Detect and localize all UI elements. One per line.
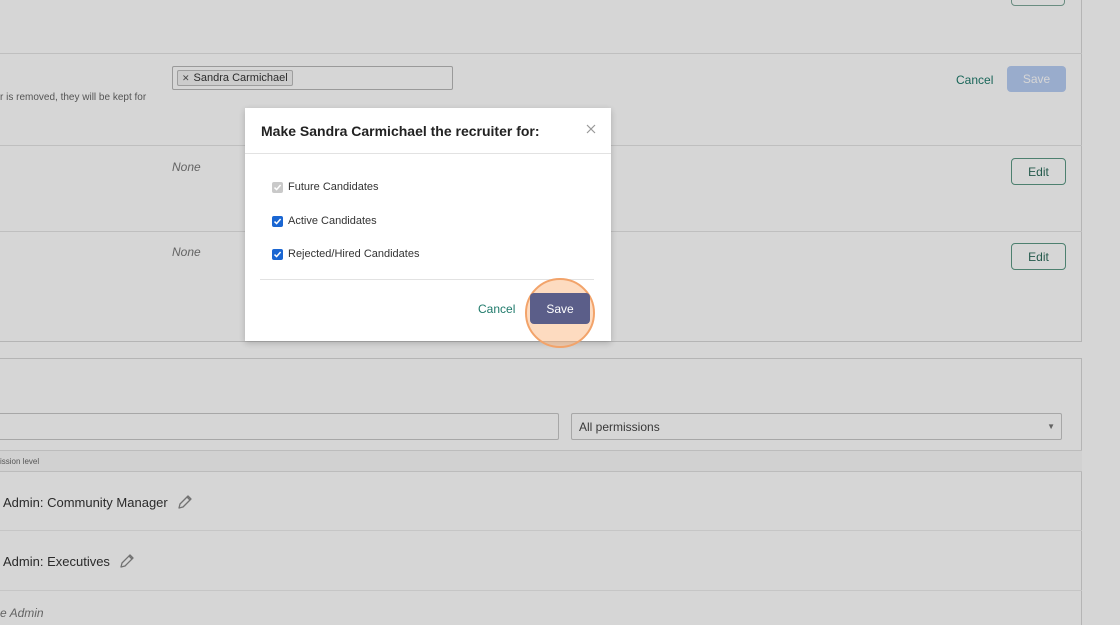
close-icon[interactable] [584,122,598,136]
future-candidates-checkbox [272,181,283,193]
rejected-hired-candidates-checkbox[interactable] [272,248,283,260]
dialog-footer-divider [260,279,594,280]
checkmark-icon [273,218,282,225]
option-label: Future Candidates [288,181,379,193]
future-candidates-option[interactable]: Future Candidates [272,181,379,193]
active-candidates-checkbox[interactable] [272,215,283,227]
dialog-divider [245,153,611,154]
option-label: Active Candidates [288,215,377,227]
recruiter-scope-dialog: Make Sandra Carmichael the recruiter for… [245,108,611,348]
dialog-save-button[interactable]: Save [530,293,590,324]
rejected-hired-candidates-option[interactable]: Rejected/Hired Candidates [272,248,419,260]
dialog-cancel-link[interactable]: Cancel [478,302,515,316]
checkmark-icon [273,184,282,191]
active-candidates-option[interactable]: Active Candidates [272,215,377,227]
checkmark-icon [273,251,282,258]
option-label: Rejected/Hired Candidates [288,248,420,260]
dialog-title: Make Sandra Carmichael the recruiter for… [261,123,540,139]
